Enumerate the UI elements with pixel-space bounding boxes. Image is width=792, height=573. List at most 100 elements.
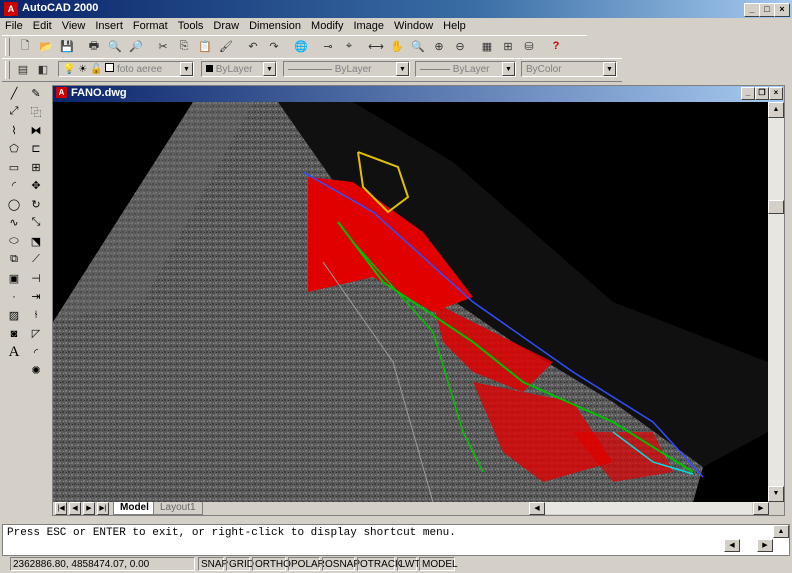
linetype-dropdown[interactable]: ByLayer ▼ [283, 61, 410, 77]
color-dropdown[interactable]: ByLayer ▼ [201, 61, 277, 77]
help-icon[interactable]: ? [547, 37, 565, 55]
tab-first-button[interactable]: |◀ [55, 502, 67, 515]
layers-icon[interactable]: ▤ [14, 60, 32, 78]
stretch-icon[interactable]: ⬔ [27, 232, 45, 250]
polygon-icon[interactable]: ⬠ [5, 140, 23, 158]
paste-icon[interactable]: 📋 [196, 37, 214, 55]
designcenter-icon[interactable]: ⊞ [499, 37, 517, 55]
rotate-icon[interactable]: ↻ [27, 195, 45, 213]
line-icon[interactable]: ╱ [5, 84, 23, 102]
close-button[interactable]: × [774, 3, 790, 17]
scale-icon[interactable]: ⤡ [27, 214, 45, 232]
scroll-thumb[interactable] [768, 200, 784, 214]
cmd-scroll-up-button[interactable]: ▲ [773, 525, 789, 538]
explode-icon[interactable]: ✺ [27, 362, 45, 380]
make-object-layer-current-icon[interactable]: ◧ [34, 60, 52, 78]
drawing-canvas[interactable] [53, 102, 768, 502]
toolbar-grip[interactable] [5, 38, 10, 56]
extend-icon[interactable]: ⇥ [27, 288, 45, 306]
xline-icon[interactable]: ⤢ [5, 103, 23, 121]
model-toggle[interactable]: MODEL [419, 557, 458, 571]
chevron-down-icon[interactable]: ▼ [603, 62, 616, 76]
scroll-down-button[interactable]: ▼ [768, 486, 784, 502]
insert-block-icon[interactable]: ⧉ [5, 251, 23, 269]
polyline-icon[interactable]: ⌇ [5, 121, 23, 139]
tab-next-button[interactable]: ▶ [83, 502, 95, 515]
print-icon[interactable]: 🖶 [85, 37, 103, 55]
doc-minimize-button[interactable]: _ [741, 87, 755, 100]
lineweight-dropdown[interactable]: ByLayer ▼ [415, 61, 516, 77]
make-block-icon[interactable]: ▣ [5, 269, 23, 287]
polar-toggle[interactable]: POLAR [288, 557, 325, 571]
matchprop-icon[interactable]: 🖌 [217, 37, 235, 55]
copy-icon[interactable]: ⎘ [175, 37, 193, 55]
redo-icon[interactable]: ↷ [265, 37, 283, 55]
arc-icon[interactable]: ◜ [5, 177, 23, 195]
rectangle-icon[interactable]: ▭ [5, 158, 23, 176]
command-window[interactable]: Press ESC or ENTER to exit, or right-cli… [2, 524, 790, 556]
snap-toggle[interactable]: SNAP [198, 557, 228, 571]
zoom-window-icon[interactable]: ⊕ [430, 37, 448, 55]
hatch-icon[interactable]: ▨ [5, 306, 23, 324]
lengthen-icon[interactable]: ⟋ [27, 251, 45, 269]
menu-help[interactable]: Help [438, 18, 471, 34]
tab-prev-button[interactable]: ◀ [69, 502, 81, 515]
point-icon[interactable]: · [5, 288, 23, 306]
lwt-toggle[interactable]: LWT [397, 557, 420, 571]
zoom-prev-icon[interactable]: ⊖ [451, 37, 469, 55]
doc-restore-button[interactable]: ❐ [755, 87, 769, 100]
undo-icon[interactable]: ↶ [244, 37, 262, 55]
menu-edit[interactable]: Edit [28, 18, 57, 34]
tracking-icon[interactable]: ⊸ [319, 37, 337, 55]
scroll-right-button[interactable]: ▶ [753, 502, 769, 515]
menu-modify[interactable]: Modify [306, 18, 348, 34]
copy-obj-icon[interactable]: ⿻ [27, 103, 45, 121]
menu-file[interactable]: File [0, 18, 28, 34]
offset-icon[interactable]: ⊏ [27, 140, 45, 158]
open-icon[interactable]: 📂 [37, 37, 55, 55]
menu-draw[interactable]: Draw [208, 18, 244, 34]
coordinate-readout[interactable]: 2362886.80, 4858474.07, 0.00 [10, 557, 195, 571]
new-icon[interactable]: 🗋 [16, 37, 34, 55]
array-icon[interactable]: ⊞ [27, 158, 45, 176]
menu-insert[interactable]: Insert [90, 18, 128, 34]
layer-dropdown[interactable]: 💡 ☀ 🔓 foto aeree ▼ [58, 61, 194, 77]
pan-icon[interactable]: ✋ [388, 37, 406, 55]
move-icon[interactable]: ✥ [27, 177, 45, 195]
cmd-scroll-left-button[interactable]: ◀ [724, 539, 740, 552]
hyperlink-icon[interactable]: 🌐 [292, 37, 310, 55]
ortho-toggle[interactable]: ORTHO [252, 557, 291, 571]
ucs-icon[interactable]: ⌖ [340, 37, 358, 55]
erase-icon[interactable]: ✎ [27, 84, 45, 102]
chevron-down-icon[interactable]: ▼ [502, 62, 515, 76]
osnap-toggle[interactable]: OSNAP [322, 557, 360, 571]
otrack-toggle[interactable]: OTRACK [357, 557, 402, 571]
text-icon[interactable]: A [5, 343, 23, 361]
ellipse-icon[interactable]: ⬭ [5, 232, 23, 250]
toolbar-grip[interactable] [5, 61, 10, 79]
menu-view[interactable]: View [57, 18, 91, 34]
trim-icon[interactable]: ⊣ [27, 269, 45, 287]
tab-last-button[interactable]: ▶| [97, 502, 109, 515]
save-icon[interactable]: 💾 [58, 37, 76, 55]
menu-tools[interactable]: Tools [173, 18, 209, 34]
mirror-icon[interactable]: ⧓ [27, 121, 45, 139]
preview-icon[interactable]: 🔍 [106, 37, 124, 55]
spline-icon[interactable]: ∿ [5, 214, 23, 232]
plotstyle-dropdown[interactable]: ByColor ▼ [521, 61, 617, 77]
chevron-down-icon[interactable]: ▼ [263, 62, 276, 76]
chevron-down-icon[interactable]: ▼ [180, 62, 193, 76]
menu-format[interactable]: Format [128, 18, 173, 34]
find-icon[interactable]: 🔎 [127, 37, 145, 55]
circle-icon[interactable]: ◯ [5, 195, 23, 213]
grid-toggle[interactable]: GRID [226, 557, 254, 571]
vertical-scrollbar[interactable]: ▲ ▼ [768, 102, 784, 502]
tab-model[interactable]: Model [113, 502, 156, 515]
doc-close-button[interactable]: × [769, 87, 783, 100]
menu-window[interactable]: Window [389, 18, 438, 34]
chevron-down-icon[interactable]: ▼ [396, 62, 409, 76]
maximize-button[interactable]: □ [759, 3, 775, 17]
scroll-left-button[interactable]: ◀ [529, 502, 545, 515]
menu-image[interactable]: Image [348, 18, 389, 34]
menu-dimension[interactable]: Dimension [244, 18, 306, 34]
